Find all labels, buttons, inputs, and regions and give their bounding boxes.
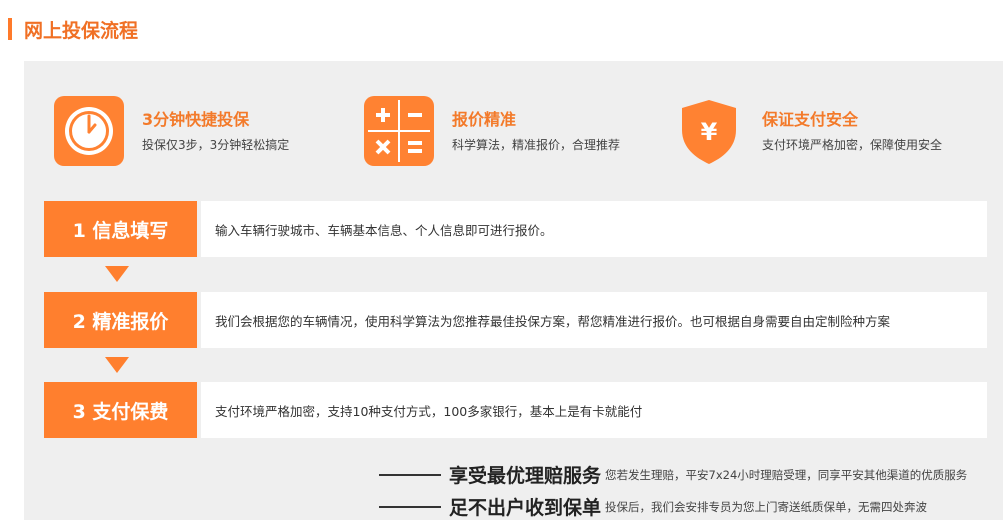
promo-claims: 享受最优理赔服务 您若发生理赔，平安7x24小时理赔受理，同享平安其他渠道的优质… bbox=[379, 461, 967, 488]
feature-title: 报价精准 bbox=[452, 110, 517, 129]
title-accent-bar bbox=[8, 18, 12, 40]
feature-subtitle: 投保仅3步，3分钟轻松搞定 bbox=[142, 138, 290, 152]
page-title: 网上投保流程 bbox=[24, 19, 139, 42]
promo-title: 享受最优理赔服务 bbox=[449, 465, 602, 487]
promo-title: 足不出户收到保单 bbox=[449, 497, 602, 519]
promo-text: 您若发生理赔，平安7x24小时理赔受理，同享平安其他渠道的优质服务 bbox=[605, 467, 968, 482]
promo-dash bbox=[379, 473, 441, 476]
section-title: 网上投保流程 bbox=[8, 16, 138, 42]
yen-shield-icon: ¥ bbox=[674, 96, 744, 166]
feature-title: 3分钟快捷投保 bbox=[142, 110, 250, 129]
step-2: 2 精准报价 我们会根据您的车辆情况，使用科学算法为您推荐最佳投保方案，帮您精准… bbox=[44, 292, 987, 348]
svg-text:¥: ¥ bbox=[701, 118, 718, 146]
step-3: 3 支付保费 支付环境严格加密，支持10种支付方式，100多家银行，基本上是有卡… bbox=[44, 382, 987, 438]
promo-text: 投保后，我们会安排专员为您上门寄送纸质保单，无需四处奔波 bbox=[605, 499, 928, 514]
step-description: 支付环境严格加密，支持10种支付方式，100多家银行，基本上是有卡就能付 bbox=[201, 382, 987, 438]
step-label: 1 信息填写 bbox=[44, 201, 197, 257]
step-1: 1 信息填写 输入车辆行驶城市、车辆基本信息、个人信息即可进行报价。 bbox=[44, 201, 987, 257]
process-panel: 3分钟快捷投保 投保仅3步，3分钟轻松搞定 报价精准 科学算法，精准报价，合理推… bbox=[24, 61, 1003, 520]
step-label: 2 精准报价 bbox=[44, 292, 197, 348]
feature-row: 3分钟快捷投保 投保仅3步，3分钟轻松搞定 报价精准 科学算法，精准报价，合理推… bbox=[24, 96, 1003, 168]
feature-secure: ¥ 保证支付安全 支付环境严格加密，保障使用安全 bbox=[674, 96, 942, 166]
step-arrow-icon bbox=[105, 266, 129, 282]
step-arrow-icon bbox=[105, 357, 129, 373]
feature-subtitle: 支付环境严格加密，保障使用安全 bbox=[762, 138, 943, 152]
step-description: 我们会根据您的车辆情况，使用科学算法为您推荐最佳投保方案，帮您精准进行报价。也可… bbox=[201, 292, 987, 348]
feature-accurate: 报价精准 科学算法，精准报价，合理推荐 bbox=[364, 96, 620, 166]
promo-dash bbox=[379, 505, 441, 508]
feature-quick: 3分钟快捷投保 投保仅3步，3分钟轻松搞定 bbox=[54, 96, 289, 166]
calculator-icon bbox=[364, 96, 434, 166]
feature-title: 保证支付安全 bbox=[762, 110, 859, 129]
step-label: 3 支付保费 bbox=[44, 382, 197, 438]
promo-delivery: 足不出户收到保单 投保后，我们会安排专员为您上门寄送纸质保单，无需四处奔波 bbox=[379, 493, 927, 520]
step-description: 输入车辆行驶城市、车辆基本信息、个人信息即可进行报价。 bbox=[201, 201, 987, 257]
clock-icon bbox=[54, 96, 124, 166]
feature-subtitle: 科学算法，精准报价，合理推荐 bbox=[452, 138, 621, 152]
